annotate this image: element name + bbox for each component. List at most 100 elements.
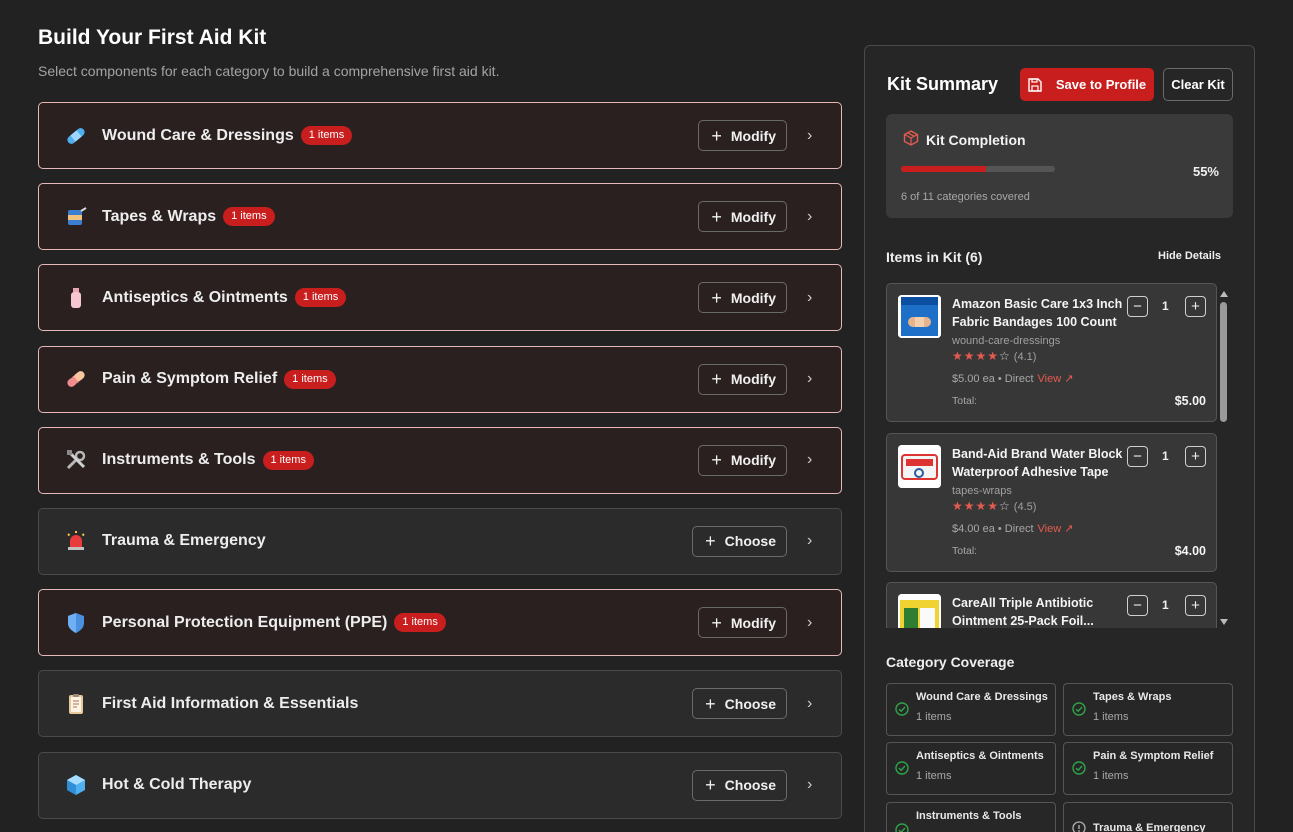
category-name: Personal Protection Equipment (PPE) [102, 613, 388, 631]
items-list: Amazon Basic Care 1x3 Inch Fabric Bandag… [886, 283, 1232, 628]
coverage-count: 1 items [1093, 770, 1129, 782]
category-row-ppe[interactable]: Personal Protection Equipment (PPE) 1 it… [38, 589, 842, 657]
decrease-quantity-button[interactable]: − [1127, 446, 1148, 467]
view-link[interactable]: View ↗ [1038, 523, 1074, 535]
save-label: Save to Profile [1055, 77, 1147, 92]
choose-label: Choose [724, 777, 776, 793]
items-in-kit-title: Items in Kit (6) [886, 249, 983, 265]
kit-summary-panel: Kit Summary Save to Profile Clear Kit Ki… [864, 45, 1255, 832]
page-subtitle: Select components for each category to b… [38, 63, 500, 79]
coverage-count: 1 items [1093, 711, 1129, 723]
plus-icon: + [711, 125, 722, 146]
modify-label: Modify [730, 452, 776, 469]
decrease-quantity-button[interactable]: − [1127, 595, 1148, 616]
modify-label: Modify [730, 614, 776, 631]
item-price: $4.00 ea • Direct View ↗ [952, 522, 1073, 535]
kit-item-card: CareAll Triple Antibiotic Ointment 25-Pa… [886, 582, 1217, 628]
plus-icon: + [705, 693, 716, 714]
item-category: wound-care-dressings [952, 335, 1061, 347]
empty-star-icon: ☆ [999, 499, 1011, 513]
scrollbar-thumb[interactable] [1220, 302, 1227, 422]
chevron-right-icon[interactable]: › [807, 208, 817, 226]
bandage-icon [63, 123, 89, 149]
category-name: Instruments & Tools [102, 451, 256, 469]
category-row-pain-relief[interactable]: Pain & Symptom Relief 1 items + Modify › [38, 345, 842, 413]
increase-quantity-button[interactable]: + [1185, 296, 1206, 317]
check-circle-icon [1072, 702, 1086, 716]
choose-button[interactable]: + Choose [692, 688, 787, 720]
coverage-tile: Tapes & Wraps 1 items [1063, 683, 1233, 736]
item-title: Amazon Basic Care 1x3 Inch Fabric Bandag… [952, 297, 1123, 329]
quantity-value: 1 [1162, 598, 1169, 612]
category-row-information[interactable]: First Aid Information & Essentials + Choo… [38, 670, 842, 738]
category-row-trauma[interactable]: Trauma & Emergency + Choose › [38, 507, 842, 575]
modify-label: Modify [730, 208, 776, 225]
kit-summary-title: Kit Summary [887, 74, 999, 94]
ice-cube-icon [63, 772, 89, 798]
chevron-right-icon[interactable]: › [807, 370, 817, 388]
category-row-tapes-wraps[interactable]: Tapes & Wraps 1 items + Modify › [38, 183, 842, 251]
coverage-name: Pain & Symptom Relief [1093, 750, 1214, 762]
view-link[interactable]: View ↗ [1038, 373, 1074, 385]
chevron-right-icon[interactable]: › [807, 532, 817, 550]
hide-details-link[interactable]: Hide Details [1158, 250, 1221, 262]
coverage-count: 1 items [916, 770, 952, 782]
items-scrollbar[interactable] [1220, 291, 1228, 633]
completion-title: Kit Completion [926, 132, 1026, 148]
category-name: Tapes & Wraps [102, 207, 217, 225]
shield-icon [63, 610, 89, 636]
category-row-wound-care[interactable]: Wound Care & Dressings 1 items + Modify › [38, 102, 842, 169]
kit-item-card: Amazon Basic Care 1x3 Inch Fabric Bandag… [886, 283, 1217, 422]
coverage-tile: Pain & Symptom Relief 1 items [1063, 742, 1233, 795]
save-icon [1028, 77, 1042, 92]
info-circle-icon [1072, 821, 1086, 832]
decrease-quantity-button[interactable]: − [1127, 296, 1148, 317]
clear-kit-button[interactable]: Clear Kit [1163, 68, 1233, 101]
check-circle-icon [1072, 761, 1086, 775]
item-count-badge: 1 items [262, 450, 314, 470]
coverage-tile: Antiseptics & Ointments 1 items [886, 742, 1056, 795]
item-total: $4.00 [1174, 544, 1206, 558]
category-name: Pain & Symptom Relief [102, 370, 278, 388]
scroll-down-arrow-icon[interactable] [1220, 619, 1228, 625]
star-rating: ★★★★☆ (4.5) [952, 499, 1036, 513]
choose-button[interactable]: + Choose [692, 525, 787, 557]
chevron-right-icon[interactable]: › [807, 451, 817, 469]
plus-icon: + [711, 612, 722, 633]
chevron-right-icon[interactable]: › [807, 614, 817, 632]
modify-button[interactable]: + Modify [698, 120, 787, 151]
modify-button[interactable]: + Modify [698, 201, 787, 233]
modify-button[interactable]: + Modify [698, 282, 787, 314]
chevron-right-icon[interactable]: › [807, 127, 817, 145]
item-count-badge: 1 items [294, 288, 347, 308]
coverage-tile: Trauma & Emergency [1063, 802, 1233, 832]
chevron-right-icon[interactable]: › [807, 289, 817, 307]
siren-icon [63, 528, 89, 554]
increase-quantity-button[interactable]: + [1185, 446, 1206, 467]
increase-quantity-button[interactable]: + [1185, 595, 1206, 616]
category-name: Hot & Cold Therapy [102, 776, 252, 793]
category-row-antiseptics[interactable]: Antiseptics & Ointments 1 items + Modify … [38, 264, 842, 332]
rating-value: (4.1) [1013, 351, 1037, 363]
chevron-right-icon[interactable]: › [807, 695, 817, 713]
coverage-name: Tapes & Wraps [1093, 691, 1172, 703]
category-row-instruments[interactable]: Instruments & Tools 1 items + Modify › [38, 426, 842, 494]
item-total: $5.00 [1174, 394, 1206, 408]
modify-button[interactable]: + Modify [698, 444, 787, 476]
star-rating: ★★★★☆ (4.1) [952, 349, 1036, 363]
price-text: $4.00 ea • Direct [952, 523, 1034, 535]
product-thumbnail [898, 295, 941, 338]
modify-button[interactable]: + Modify [698, 363, 787, 395]
category-row-hot-cold[interactable]: Hot & Cold Therapy + Choose › [38, 751, 842, 819]
coverage-name: Antiseptics & Ointments [916, 750, 1044, 762]
coverage-tile: Wound Care & Dressings 1 items [886, 683, 1056, 736]
chevron-right-icon[interactable]: › [807, 776, 817, 794]
save-to-profile-button[interactable]: Save to Profile [1020, 68, 1154, 101]
completion-percent: 55% [1192, 164, 1219, 179]
modify-button[interactable]: + Modify [698, 607, 787, 639]
product-thumbnail [898, 445, 941, 488]
item-category: tapes-wraps [952, 485, 1012, 497]
scroll-up-arrow-icon[interactable] [1220, 291, 1228, 297]
item-title: CareAll Triple Antibiotic Ointment 25-Pa… [952, 596, 1094, 628]
choose-button[interactable]: + Choose [692, 769, 787, 801]
